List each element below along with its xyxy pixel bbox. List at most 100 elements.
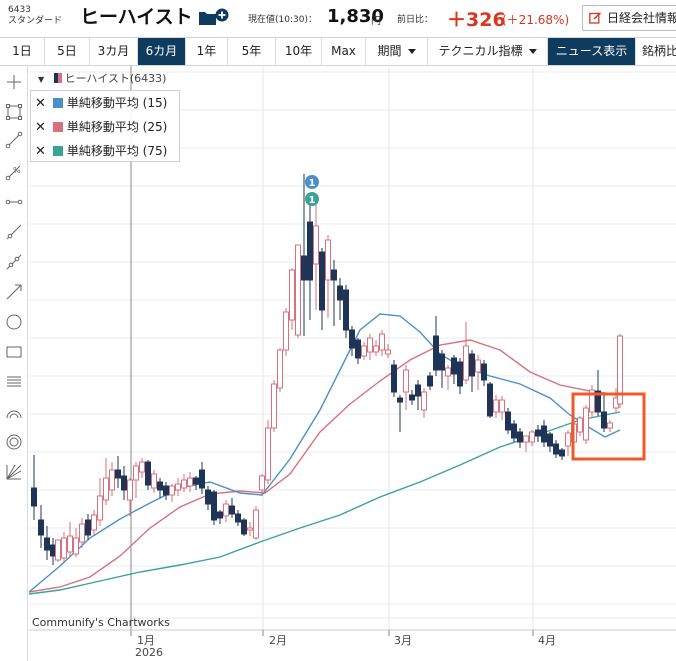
range-5d-button[interactable]: 5日 bbox=[45, 38, 90, 65]
candle-up bbox=[259, 475, 265, 491]
candle-up bbox=[127, 479, 133, 501]
candle-down bbox=[229, 505, 235, 515]
chart-symbol-header[interactable]: ▼ ヒーハイスト(6433) bbox=[38, 72, 166, 87]
news-marker-label[interactable]: 1 bbox=[309, 195, 316, 206]
chart-toolbar: 1日 5日 3カ月 6カ月 1年 5年 10年 Max 期間 テクニカル指標 ニ… bbox=[0, 37, 676, 66]
fibonacci-arc-icon[interactable] bbox=[4, 402, 24, 422]
candle-up bbox=[295, 244, 301, 336]
x-axis-year-label: 2026 bbox=[135, 646, 163, 659]
legend-row-sma15: ✕ 単純移動平均 (15) bbox=[35, 94, 167, 112]
remove-indicator-icon[interactable]: ✕ bbox=[35, 143, 49, 161]
candle-up bbox=[421, 391, 427, 411]
candle-up bbox=[253, 509, 259, 539]
candle-up bbox=[523, 435, 529, 443]
ray-line-icon[interactable] bbox=[4, 222, 24, 242]
nikkei-company-info-button[interactable]: 日経会社情報 bbox=[582, 5, 676, 31]
candle-down bbox=[427, 375, 433, 387]
candle-down bbox=[157, 481, 163, 491]
candle-down bbox=[481, 363, 487, 381]
quote-header: 6433 スタンダード ヒーハイスト 現在値(10:30)： 1,830 円 前… bbox=[0, 0, 676, 37]
candle-up bbox=[139, 461, 145, 473]
select-box-icon[interactable] bbox=[4, 102, 24, 122]
compare-button[interactable]: 銘柄比 bbox=[636, 38, 676, 65]
candle-up bbox=[499, 399, 505, 413]
candle-down bbox=[559, 449, 565, 457]
technical-indicator-dropdown[interactable]: テクニカル指標 bbox=[428, 38, 548, 65]
candle-up bbox=[289, 269, 295, 321]
candle-down bbox=[163, 485, 169, 496]
nikkei-button-label: 日経会社情報 bbox=[607, 11, 676, 25]
range-1y-button[interactable]: 1年 bbox=[186, 38, 228, 65]
candle-down bbox=[235, 513, 241, 523]
news-display-button[interactable]: ニュース表示 bbox=[548, 38, 636, 65]
candle-down bbox=[457, 361, 463, 387]
fibonacci-lines-icon[interactable] bbox=[4, 372, 24, 392]
candle-up bbox=[529, 431, 535, 443]
candle-down bbox=[391, 364, 397, 393]
price-change-percent: (＋21.68%) bbox=[502, 13, 570, 27]
collapse-arrow-icon[interactable]: ▼ bbox=[38, 75, 44, 84]
circle-shape-icon[interactable] bbox=[4, 312, 24, 332]
range-label: 5年 bbox=[241, 44, 262, 58]
range-5y-button[interactable]: 5年 bbox=[228, 38, 276, 65]
range-3m-button[interactable]: 3カ月 bbox=[90, 38, 138, 65]
technical-label: テクニカル指標 bbox=[438, 44, 523, 58]
candle-down bbox=[331, 269, 337, 281]
candle-down bbox=[115, 469, 121, 479]
candle-up bbox=[79, 523, 85, 543]
candle-down bbox=[38, 519, 44, 536]
news-marker-label[interactable]: 1 bbox=[309, 178, 316, 189]
remove-indicator-icon[interactable]: ✕ bbox=[35, 95, 49, 113]
range-label: 1年 bbox=[196, 44, 217, 58]
news-marker[interactable]: 1 bbox=[305, 175, 319, 189]
candle-down bbox=[85, 519, 91, 536]
trend-line-icon[interactable] bbox=[4, 130, 24, 150]
gann-fan-icon[interactable] bbox=[4, 462, 24, 482]
candle-down bbox=[487, 383, 493, 417]
candle-up bbox=[313, 225, 319, 265]
extended-line-icon[interactable] bbox=[4, 252, 24, 272]
horizontal-line-icon[interactable] bbox=[4, 192, 24, 212]
add-to-folder-icon[interactable] bbox=[198, 8, 230, 26]
candle-down bbox=[307, 221, 313, 281]
candle-up bbox=[73, 537, 79, 555]
arrow-line-icon[interactable] bbox=[4, 282, 24, 302]
candle-down bbox=[553, 443, 559, 455]
candle-down bbox=[211, 491, 217, 521]
crosshair-icon[interactable] bbox=[4, 72, 24, 92]
price-label: 現在値(10:30)： bbox=[248, 15, 317, 25]
news-marker[interactable]: 1 bbox=[305, 192, 319, 206]
candle-up bbox=[493, 399, 499, 413]
legend-swatch bbox=[52, 98, 63, 108]
period-label: 期間 bbox=[377, 44, 402, 58]
candle-down bbox=[205, 489, 211, 505]
percent-line-icon[interactable]: % bbox=[4, 162, 24, 182]
candle-up bbox=[373, 345, 379, 353]
candle-up bbox=[325, 239, 331, 281]
legend-swatch bbox=[52, 122, 63, 132]
chevron-down-icon bbox=[407, 49, 416, 54]
remove-indicator-icon[interactable]: ✕ bbox=[35, 119, 49, 137]
candle-up bbox=[271, 383, 277, 429]
candle-down bbox=[439, 353, 445, 371]
range-6m-button[interactable]: 6カ月 bbox=[138, 38, 186, 65]
candle-down bbox=[505, 411, 511, 431]
candle-up bbox=[445, 367, 451, 377]
range-max-button[interactable]: Max bbox=[322, 38, 366, 65]
drawing-tools: % bbox=[0, 66, 28, 661]
x-axis-label-mar: 3月 bbox=[394, 634, 412, 647]
candle-up bbox=[187, 477, 193, 487]
range-10y-button[interactable]: 10年 bbox=[276, 38, 322, 65]
edit-note-icon bbox=[589, 12, 602, 24]
range-1d-button[interactable]: 1日 bbox=[0, 38, 45, 65]
candle-down bbox=[145, 461, 151, 486]
rectangle-shape-icon[interactable] bbox=[4, 342, 24, 362]
fibonacci-circle-icon[interactable] bbox=[4, 432, 24, 452]
candle-down bbox=[199, 469, 205, 489]
candle-down bbox=[349, 329, 355, 349]
candle-up bbox=[169, 485, 175, 496]
period-dropdown[interactable]: 期間 bbox=[366, 38, 428, 65]
candle-down bbox=[433, 335, 439, 371]
legend-row-sma75: ✕ 単純移動平均 (75) bbox=[35, 142, 167, 160]
candle-down bbox=[415, 384, 421, 397]
